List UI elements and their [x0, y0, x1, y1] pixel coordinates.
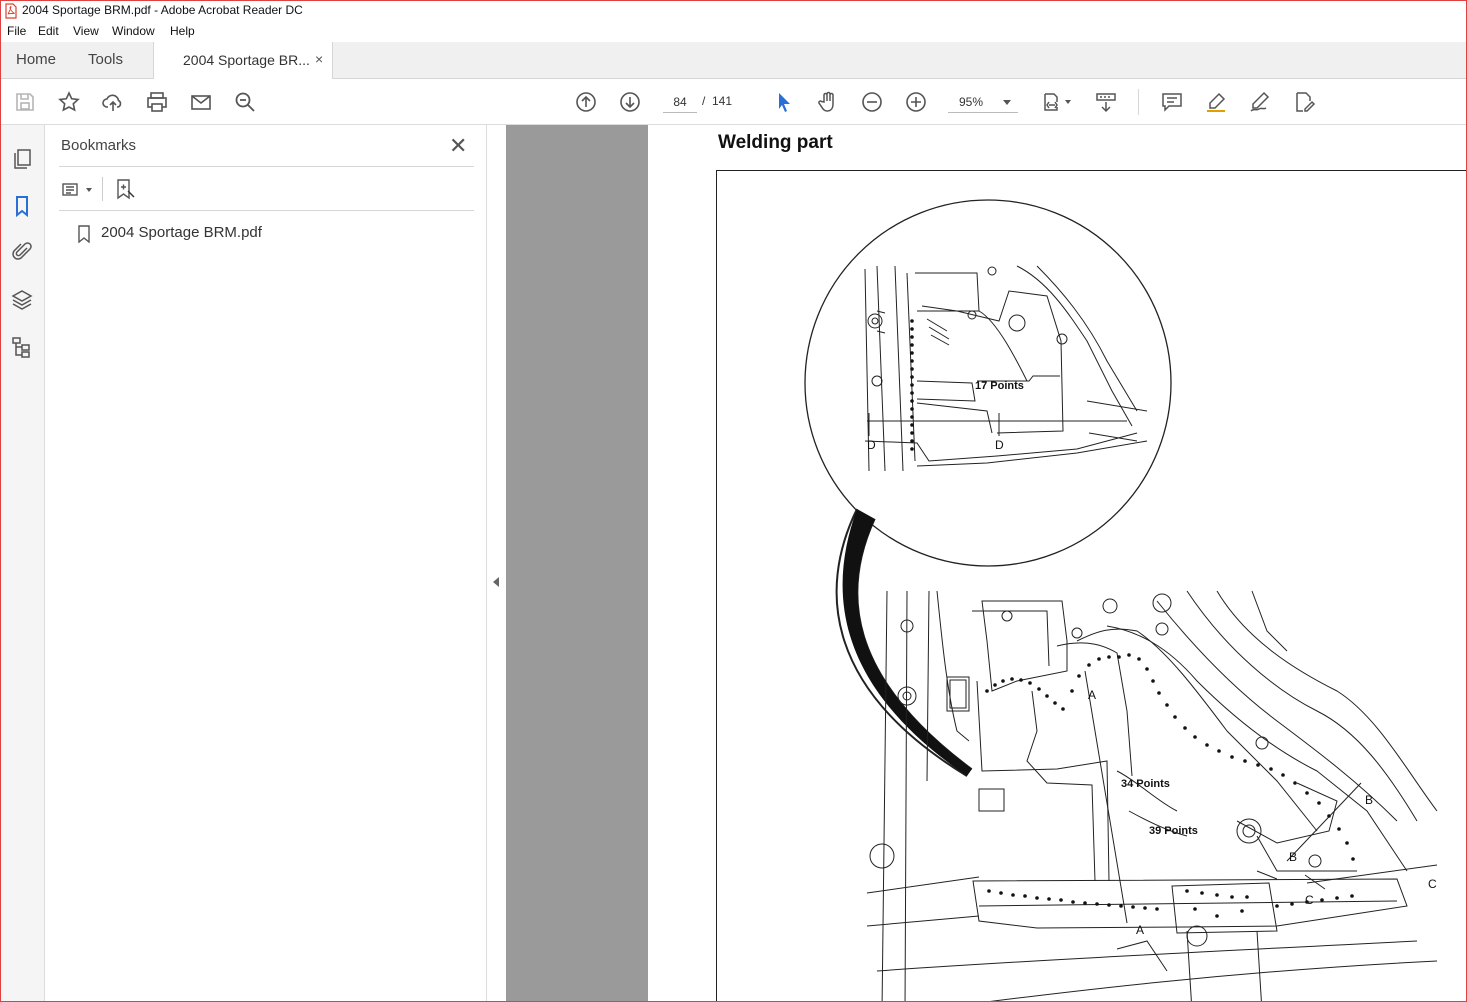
toolbar-divider	[1138, 89, 1139, 115]
page-thumbnails-icon[interactable]	[10, 147, 34, 171]
layers-icon[interactable]	[10, 288, 34, 312]
figure-frame: 17 Points 34 Points 39 Points D D A A B …	[716, 170, 1467, 1002]
collapse-arrow-icon[interactable]	[493, 577, 499, 587]
menu-file[interactable]: File	[7, 24, 26, 38]
bookmarks-panel: Bookmarks ✕ 2004 Sportage BRM.pdf	[45, 125, 487, 1002]
close-tab-icon[interactable]: ×	[315, 51, 323, 67]
document-viewer[interactable]: Welding part 17 Points 34 Points 39 Poin…	[506, 125, 1467, 1002]
edit-pdf-icon[interactable]	[1292, 90, 1316, 114]
structure-tree-icon[interactable]	[10, 335, 34, 359]
cursor-icon[interactable]	[772, 90, 796, 114]
menu-edit[interactable]: Edit	[38, 24, 59, 38]
section-label-d-left: D	[867, 438, 876, 452]
section-label-a-bottom: A	[1136, 923, 1144, 937]
section-label-c-left: C	[1305, 893, 1314, 907]
title-bar: 2004 Sportage BRM.pdf - Adobe Acrobat Re…	[0, 0, 1467, 23]
callout-17-points: 17 Points	[975, 380, 1024, 392]
section-label-b-right: B	[1365, 793, 1373, 807]
scroll-mode-icon[interactable]	[1094, 90, 1118, 114]
zoom-out-icon[interactable]	[860, 90, 884, 114]
highlight-icon[interactable]	[1204, 90, 1228, 114]
star-icon[interactable]	[57, 90, 81, 114]
zoom-select[interactable]: 95%	[948, 92, 1018, 113]
upload-icon[interactable]	[101, 90, 125, 114]
callout-34-points: 34 Points	[1121, 778, 1170, 790]
comment-icon[interactable]	[1160, 90, 1184, 114]
page-up-icon[interactable]	[574, 90, 598, 114]
fit-page-icon[interactable]	[1040, 90, 1064, 114]
menu-window[interactable]: Window	[112, 24, 155, 38]
hand-icon[interactable]	[816, 90, 840, 114]
chevron-down-icon[interactable]	[86, 188, 92, 192]
sign-icon[interactable]	[1248, 90, 1272, 114]
pdf-app-icon	[5, 3, 17, 19]
zoom-in-icon[interactable]	[904, 90, 928, 114]
tab-home[interactable]: Home	[16, 51, 56, 68]
mail-icon[interactable]	[189, 90, 213, 114]
page-heading: Welding part	[718, 132, 833, 153]
chevron-down-icon	[1003, 100, 1011, 105]
section-label-a-top: A	[1088, 688, 1096, 702]
panel-splitter[interactable]	[487, 125, 506, 1002]
section-label-d-right: D	[995, 438, 1004, 452]
tab-document-label: 2004 Sportage BR...	[183, 52, 310, 68]
close-panel-icon[interactable]: ✕	[449, 133, 467, 159]
bookmark-options-icon[interactable]	[61, 179, 83, 201]
left-rail	[0, 125, 45, 1002]
new-bookmark-icon[interactable]	[113, 177, 137, 201]
fit-dropdown-caret[interactable]	[1065, 100, 1071, 104]
menu-view[interactable]: View	[73, 24, 99, 38]
divider	[59, 210, 474, 211]
attachment-icon[interactable]	[10, 240, 34, 264]
zoom-value: 95%	[959, 95, 984, 109]
divider	[102, 177, 103, 201]
save-icon[interactable]	[13, 90, 37, 114]
menu-bar: File Edit View Window Help	[0, 22, 1467, 42]
toolbar: 84 / 141 95%	[0, 79, 1467, 125]
page-number-input[interactable]: 84	[663, 92, 697, 113]
tab-bar: Home Tools 2004 Sportage BR... ×	[0, 42, 1467, 79]
print-icon[interactable]	[145, 90, 169, 114]
divider	[59, 166, 474, 167]
bookmark-icon[interactable]	[10, 194, 34, 218]
section-label-b-left: B	[1289, 850, 1297, 864]
pdf-page: Welding part 17 Points 34 Points 39 Poin…	[648, 125, 1467, 1002]
page-separator: /	[702, 94, 706, 108]
window-title: 2004 Sportage BRM.pdf - Adobe Acrobat Re…	[22, 3, 303, 17]
tab-tools[interactable]: Tools	[88, 51, 123, 68]
page-down-icon[interactable]	[618, 90, 642, 114]
search-icon[interactable]	[233, 90, 257, 114]
tab-document[interactable]: 2004 Sportage BR... ×	[153, 42, 333, 79]
bookmark-item-label: 2004 Sportage BRM.pdf	[101, 224, 262, 241]
page-total: 141	[712, 94, 733, 108]
welding-diagram: 17 Points 34 Points 39 Points D D A A B …	[804, 199, 1438, 1002]
callout-39-points: 39 Points	[1149, 825, 1198, 837]
menu-help[interactable]: Help	[170, 24, 195, 38]
panel-title: Bookmarks	[61, 137, 137, 154]
bookmark-icon	[78, 225, 90, 243]
section-label-c-right: C	[1428, 877, 1437, 891]
